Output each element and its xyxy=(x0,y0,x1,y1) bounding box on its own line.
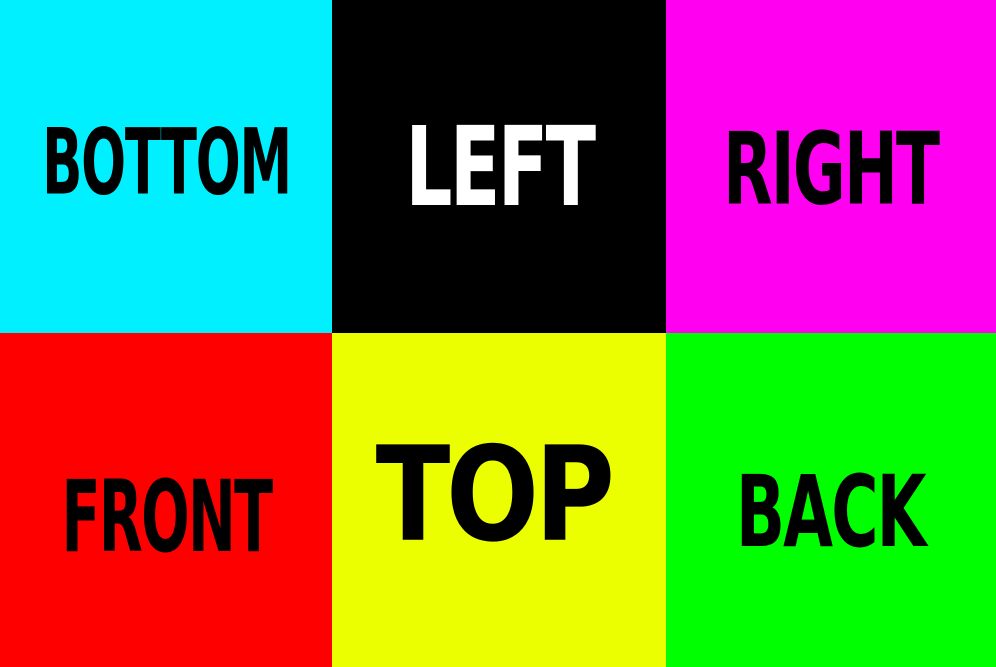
face-back-label: BACK xyxy=(735,454,927,570)
face-left-label: LEFT xyxy=(405,103,596,232)
face-top-label: TOP xyxy=(375,418,615,571)
face-front-label: FRONT xyxy=(61,459,273,576)
face-back: BACK xyxy=(666,333,996,667)
face-right-label: RIGHT xyxy=(723,109,940,228)
face-top: TOP xyxy=(332,333,666,667)
face-front: FRONT xyxy=(0,333,332,667)
face-right: RIGHT xyxy=(666,0,996,333)
face-bottom-label: BOTTOM xyxy=(41,109,292,215)
face-bottom: BOTTOM xyxy=(0,0,332,333)
face-left: LEFT xyxy=(332,0,666,333)
cube-face-grid: BOTTOM LEFT RIGHT FRONT TOP BACK xyxy=(0,0,996,667)
